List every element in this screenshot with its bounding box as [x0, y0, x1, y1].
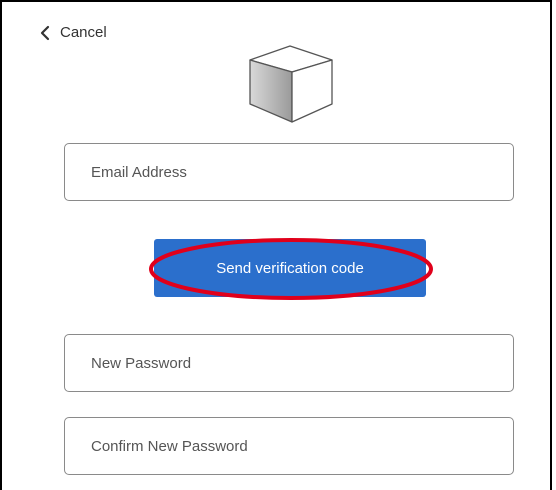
confirm-password-input[interactable]	[89, 436, 513, 456]
cancel-link[interactable]: Cancel	[38, 24, 107, 41]
email-field[interactable]	[64, 143, 514, 201]
confirm-password-field[interactable]	[64, 417, 514, 475]
send-verification-code-label: Send verification code	[216, 259, 364, 277]
page-frame: Cancel Send verification code	[0, 0, 552, 490]
cancel-label: Cancel	[60, 24, 107, 41]
new-password-field[interactable]	[64, 334, 514, 392]
email-input[interactable]	[89, 162, 513, 182]
chevron-left-icon	[40, 25, 50, 40]
cube-icon	[249, 45, 333, 123]
new-password-input[interactable]	[89, 353, 513, 373]
send-verification-code-button[interactable]: Send verification code	[154, 239, 426, 297]
